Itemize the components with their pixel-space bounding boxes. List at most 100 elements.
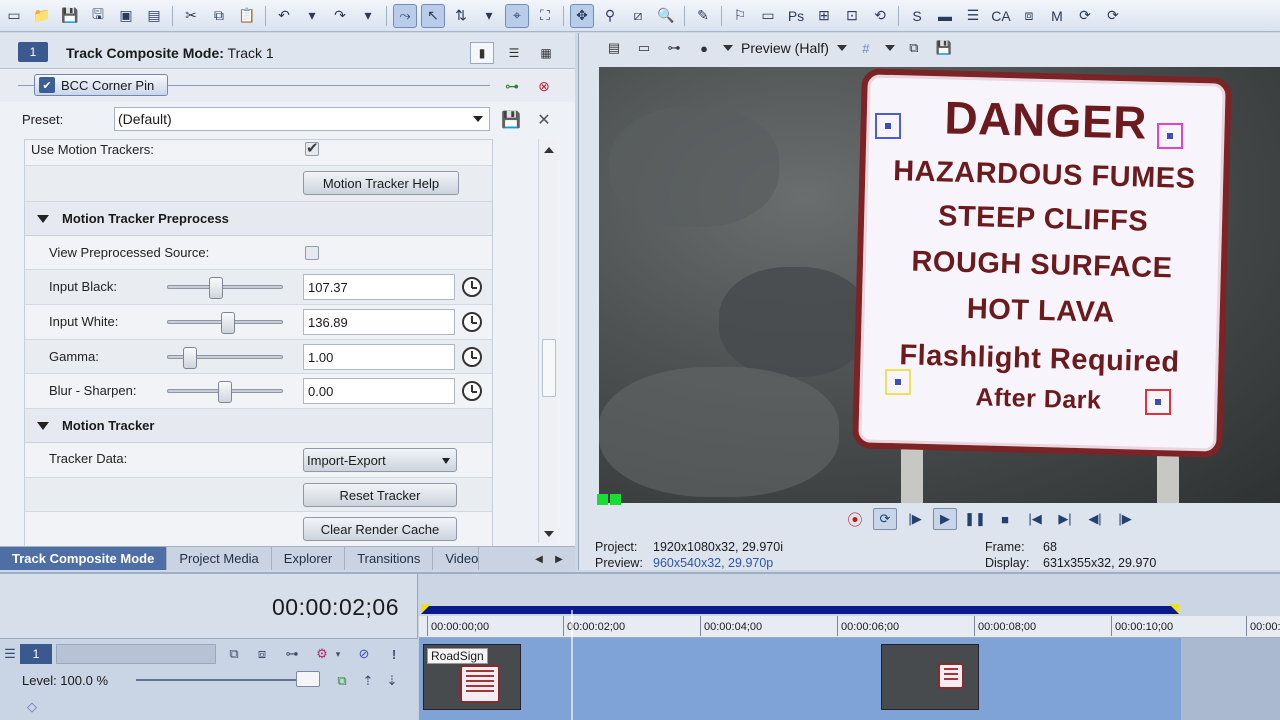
view-preprocessed-checkbox[interactable] <box>305 246 319 260</box>
play-button[interactable]: ▶ <box>933 508 957 530</box>
save-snapshot-icon[interactable]: 💾 <box>933 37 955 59</box>
input-white-slider[interactable] <box>167 312 283 334</box>
save-preset-icon[interactable]: 💾 <box>501 111 521 129</box>
m-logo-icon[interactable]: M <box>1045 4 1069 28</box>
stop-button[interactable]: ■ <box>993 508 1017 530</box>
copy-snapshot-icon[interactable]: ⧉ <box>903 37 925 59</box>
plugin-icon-1[interactable]: ⚐ <box>728 4 752 28</box>
plugin-chip-bcc-corner-pin[interactable]: ✔ BCC Corner Pin <box>34 74 168 96</box>
tab-explorer[interactable]: Explorer <box>272 547 346 570</box>
zoom-tool-icon[interactable]: 🔍 <box>654 4 678 28</box>
slider-thumb[interactable] <box>209 277 223 299</box>
tracker-point-top-left[interactable] <box>875 113 901 139</box>
tab-track-composite-mode[interactable]: Track Composite Mode <box>0 547 168 570</box>
gamma-slider[interactable] <box>167 347 283 369</box>
tool-dropdown-icon[interactable]: ▾ <box>477 4 501 28</box>
gamma-value[interactable]: 1.00 <box>303 344 455 370</box>
split-tool-icon[interactable]: ⧄ <box>626 4 650 28</box>
keyframe-clock-icon[interactable] <box>462 381 482 401</box>
undo-dropdown-icon[interactable]: ▾ <box>300 4 324 28</box>
plugin-icon-4[interactable]: ⟲ <box>868 4 892 28</box>
collapse-triangle-icon[interactable] <box>37 215 49 223</box>
plugin-enabled-check-icon[interactable]: ✔ <box>39 77 55 93</box>
preset-dropdown[interactable]: (Default) <box>114 107 490 131</box>
tab-transitions[interactable]: Transitions <box>345 547 434 570</box>
render-icon[interactable]: ▣ <box>114 4 138 28</box>
track-name-field[interactable] <box>56 644 216 664</box>
track-expand-icon[interactable]: ☰ <box>0 644 20 664</box>
tracker-data-dropdown[interactable]: Import-Export <box>303 448 457 472</box>
make-child-icon[interactable]: ⇣ <box>382 671 402 691</box>
list-view-button[interactable]: ☰ <box>502 42 526 64</box>
tab-scroll-left-icon[interactable]: ◀ <box>532 552 546 566</box>
plugin-icon-6[interactable]: ⧈ <box>1017 4 1041 28</box>
grid-view-button[interactable]: ▦ <box>534 42 558 64</box>
scroll-down-icon[interactable] <box>544 531 554 537</box>
blur-sharpen-value[interactable]: 0.00 <box>303 378 455 404</box>
plugin-icon-2[interactable]: ▭ <box>756 4 780 28</box>
pause-button[interactable]: ❚❚ <box>963 508 987 530</box>
input-black-value[interactable]: 107.37 <box>303 274 455 300</box>
tracker-point-bottom-left[interactable] <box>885 369 911 395</box>
reset-tracker-button[interactable]: Reset Tracker <box>303 483 457 507</box>
tab-video[interactable]: Video <box>433 547 480 570</box>
plugin-icon-5[interactable]: ▬ <box>933 4 957 28</box>
preview-auto-icon[interactable]: ● <box>693 37 715 59</box>
slider-thumb[interactable] <box>221 312 235 334</box>
normal-edit-tool-icon[interactable]: ↖ <box>421 3 445 28</box>
section-motion-tracker[interactable]: Motion Tracker <box>25 409 492 443</box>
chevron-down-icon[interactable] <box>723 45 733 51</box>
automation-icon[interactable]: ◇ <box>22 697 42 717</box>
external-monitor-icon[interactable]: ▭ <box>633 37 655 59</box>
slider-thumb[interactable] <box>218 381 232 403</box>
ca-icon[interactable]: CA <box>989 4 1013 28</box>
chevron-down-icon[interactable]: ▾ <box>328 644 348 664</box>
play-from-start-button[interactable]: |▶ <box>903 508 927 530</box>
section-motion-tracker-preprocess[interactable]: Motion Tracker Preprocess <box>25 202 492 236</box>
plugin-icon-8[interactable]: ⟳ <box>1101 4 1125 28</box>
track-motion-icon[interactable]: ⧉ <box>224 644 244 664</box>
redo-icon[interactable]: ↷ <box>328 4 352 28</box>
scroll-up-icon[interactable] <box>544 147 554 153</box>
save-icon[interactable]: 💾 <box>58 4 82 28</box>
plugin-icon-3[interactable]: ⊞ <box>812 4 836 28</box>
use-motion-trackers-checkbox[interactable] <box>305 140 319 157</box>
tab-scroll-right-icon[interactable]: ▶ <box>552 552 566 566</box>
video-track-lane[interactable] <box>419 638 1181 720</box>
loop-playback-button[interactable]: ⟳ <box>873 508 897 530</box>
list-icon[interactable]: ☰ <box>961 4 985 28</box>
plugin-chain-add-icon[interactable]: ⊶ <box>502 77 522 95</box>
keyframe-clock-icon[interactable] <box>462 347 482 367</box>
previous-frame-button[interactable]: ◀| <box>1083 508 1107 530</box>
snapping-icon[interactable]: ⌖ <box>505 3 529 28</box>
chevron-down-icon[interactable] <box>884 45 895 51</box>
new-project-icon[interactable]: ▭ <box>2 4 26 28</box>
paste-icon[interactable]: 📋 <box>235 4 259 28</box>
split-screen-icon[interactable]: ⊶ <box>663 37 685 59</box>
input-white-value[interactable]: 136.89 <box>303 309 455 335</box>
playhead-cursor[interactable] <box>571 610 573 720</box>
delete-preset-icon[interactable]: ✕ <box>535 111 553 129</box>
slider-thumb[interactable] <box>183 347 197 369</box>
single-view-button[interactable]: ▮ <box>470 42 494 64</box>
next-frame-button[interactable]: |▶ <box>1113 508 1137 530</box>
chevron-down-icon[interactable] <box>836 45 847 51</box>
record-button[interactable]: ⦿ <box>843 508 867 530</box>
time-ruler[interactable]: 00:00:00;00 00:00:02;00 00:00:04;00 00:0… <box>419 616 1280 638</box>
parameters-scrollbar[interactable] <box>538 139 558 543</box>
tab-project-media[interactable]: Project Media <box>167 547 272 570</box>
keyframe-clock-icon[interactable] <box>462 277 482 297</box>
selection-tool-icon[interactable]: ✥ <box>570 3 594 28</box>
scroll-thumb[interactable] <box>542 339 556 397</box>
blur-sharpen-slider[interactable] <box>167 381 283 403</box>
cursor-timecode[interactable]: 00:00:02;06 <box>272 594 399 621</box>
compositing-icon[interactable]: ⊶ <box>282 644 302 664</box>
motion-tracker-help-button[interactable]: Motion Tracker Help <box>303 171 459 195</box>
input-black-slider[interactable] <box>167 277 283 299</box>
track-fx-icon[interactable]: ⧈ <box>252 644 272 664</box>
go-to-start-button[interactable]: |◀ <box>1023 508 1047 530</box>
collapse-triangle-icon[interactable] <box>37 422 49 430</box>
go-to-end-button[interactable]: ▶| <box>1053 508 1077 530</box>
save-as-icon[interactable]: 🖫 <box>86 4 110 28</box>
composite-parent-icon[interactable]: ⧉ <box>332 671 352 691</box>
